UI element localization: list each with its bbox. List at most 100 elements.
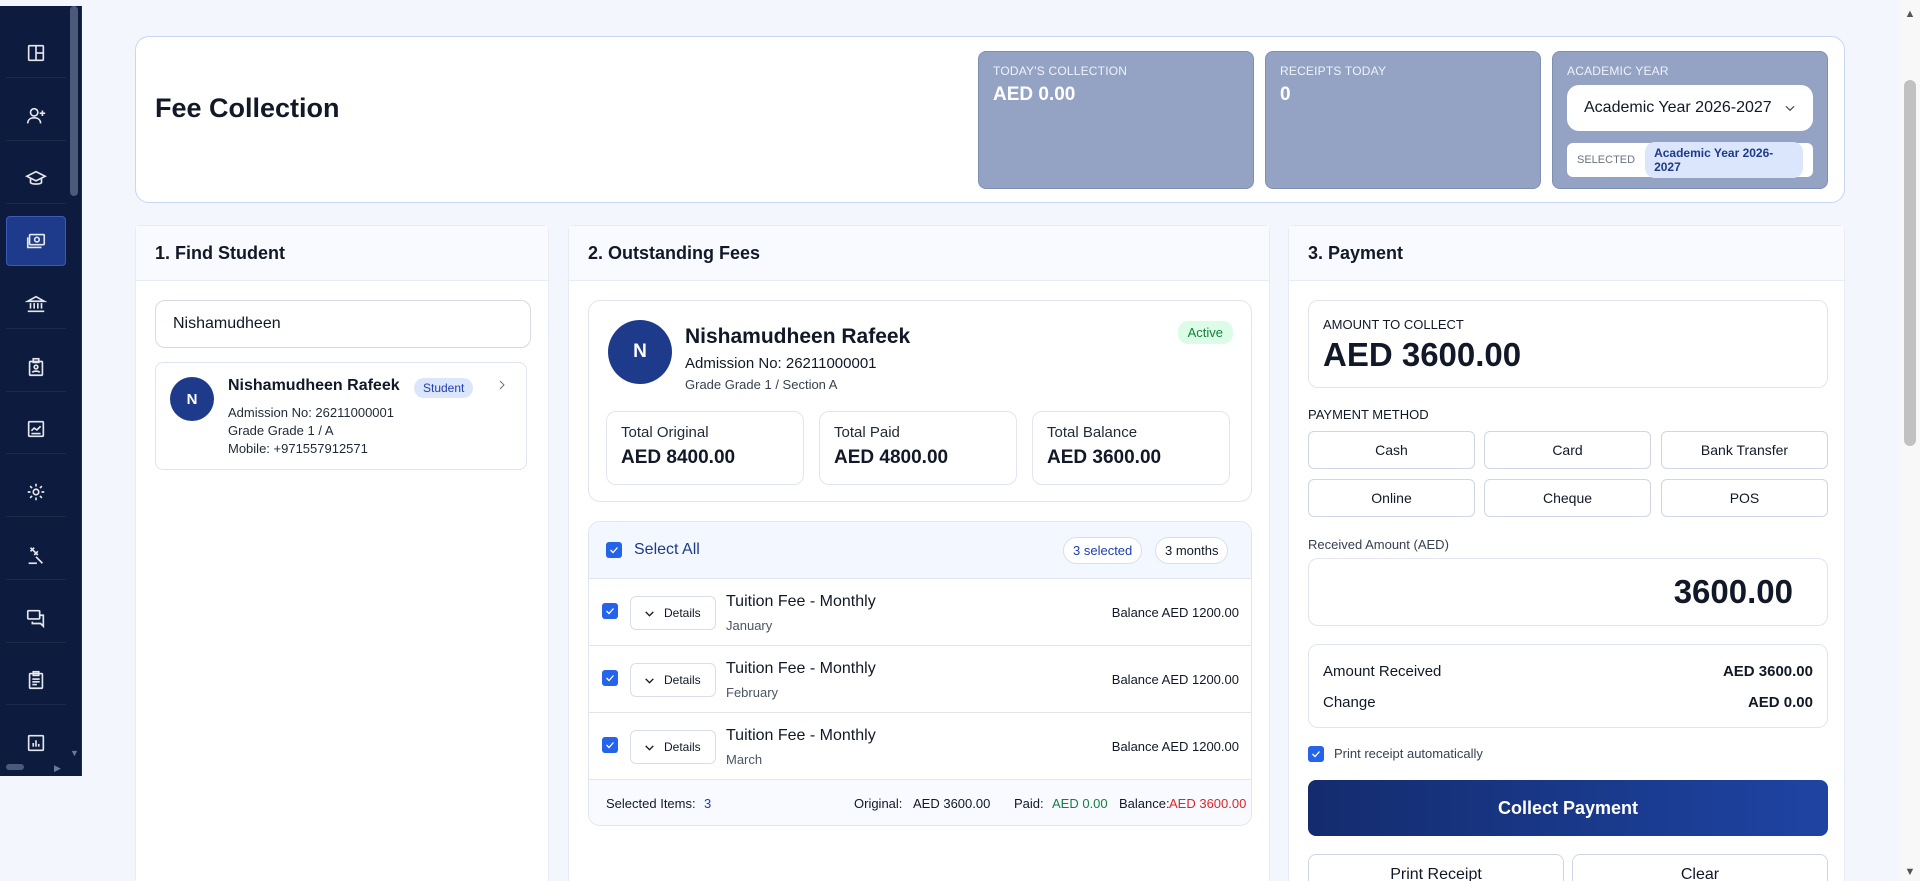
table-row: Details Tuition Fee - Monthly March Bala… bbox=[589, 713, 1251, 780]
fee-name: Tuition Fee - Monthly bbox=[726, 660, 876, 677]
payment-method-pos-button[interactable]: POS bbox=[1661, 479, 1828, 517]
student-admission: Admission No: 26211000001 bbox=[228, 405, 394, 420]
footer-balance-value: AED 3600.00 bbox=[1169, 796, 1247, 811]
fee-collection-icon bbox=[26, 233, 46, 249]
details-button[interactable]: Details bbox=[630, 663, 716, 697]
page-title: Fee Collection bbox=[155, 93, 340, 123]
student-summary-card: N Nishamudheen Rafeek Admission No: 2621… bbox=[588, 300, 1252, 502]
sidebar-item-staff[interactable] bbox=[6, 342, 66, 392]
total-paid-label: Total Paid bbox=[834, 424, 900, 441]
fee-name: Tuition Fee - Monthly bbox=[726, 593, 876, 610]
gavel-icon bbox=[28, 546, 44, 564]
payment-title: 3. Payment bbox=[1289, 226, 1844, 281]
details-button[interactable]: Details bbox=[630, 596, 716, 630]
fees-table: Select All 3 selected 3 months Details T… bbox=[588, 521, 1252, 826]
sidebar-scroll-right-icon[interactable]: ▶ bbox=[54, 763, 61, 774]
add-user-icon bbox=[26, 107, 46, 123]
todays-collection-value: AED 0.00 bbox=[993, 84, 1076, 105]
auto-print-checkbox[interactable] bbox=[1308, 746, 1324, 762]
sidebar-item-reports[interactable] bbox=[6, 404, 66, 454]
amount-received-value: AED 3600.00 bbox=[1722, 663, 1813, 680]
clipboard-icon bbox=[28, 670, 44, 689]
fee-month: March bbox=[726, 752, 763, 767]
scroll-down-icon[interactable]: ▼ bbox=[1904, 866, 1916, 878]
sidebar-item-settings[interactable] bbox=[6, 467, 66, 517]
page-scrollbar[interactable]: ▲ ▼ bbox=[1900, 0, 1920, 881]
sidebar-item-academics[interactable] bbox=[6, 154, 66, 204]
chevron-down-icon bbox=[645, 610, 654, 617]
row-checkbox[interactable] bbox=[602, 737, 618, 753]
checkmark-icon bbox=[606, 742, 614, 749]
footer-paid-label: Paid: bbox=[1014, 796, 1044, 811]
receipts-today-value: 0 bbox=[1280, 84, 1291, 105]
chevron-down-icon bbox=[645, 744, 654, 751]
payment-method-bank-transfer-button[interactable]: Bank Transfer bbox=[1661, 431, 1828, 469]
selected-items-label: Selected Items: bbox=[606, 796, 696, 811]
row-checkbox[interactable] bbox=[602, 603, 618, 619]
fees-table-footer: Selected Items: 3 Original: AED 3600.00 … bbox=[589, 780, 1251, 825]
outstanding-fees-title: 2. Outstanding Fees bbox=[569, 226, 1269, 281]
footer-original-label: Original: bbox=[854, 796, 903, 811]
sidebar-scroll-down-icon[interactable]: ▼ bbox=[70, 748, 79, 758]
bank-icon bbox=[25, 295, 47, 312]
student-result-card[interactable]: N Nishamudheen Rafeek Student Admission … bbox=[155, 362, 527, 470]
fee-balance: Balance AED 1200.00 bbox=[1111, 605, 1239, 620]
sidebar-item-dashboard[interactable] bbox=[6, 28, 66, 78]
total-paid-card: Total Paid AED 4800.00 bbox=[819, 411, 1017, 485]
sidebar-scrollbar-thumb[interactable] bbox=[70, 6, 78, 196]
scroll-up-icon[interactable]: ▲ bbox=[1904, 8, 1916, 20]
amount-to-collect-value: AED 3600.00 bbox=[1323, 336, 1522, 373]
chevron-right-icon bbox=[499, 380, 505, 390]
status-badge: Active bbox=[1177, 321, 1233, 344]
total-original-card: Total Original AED 8400.00 bbox=[606, 411, 804, 485]
sidebar-item-fee-collection[interactable] bbox=[6, 216, 66, 266]
fees-table-header: Select All 3 selected 3 months bbox=[589, 522, 1251, 579]
chevron-down-icon bbox=[1785, 105, 1795, 112]
print-receipt-button[interactable]: Print Receipt bbox=[1308, 854, 1564, 881]
sidebar-item-tasks[interactable] bbox=[6, 655, 66, 705]
auto-print-label[interactable]: Print receipt automatically bbox=[1334, 746, 1483, 761]
payment-method-cheque-button[interactable]: Cheque bbox=[1484, 479, 1651, 517]
select-all-label[interactable]: Select All bbox=[634, 541, 700, 559]
checkmark-icon bbox=[606, 675, 614, 682]
fee-month: January bbox=[726, 618, 773, 633]
academic-year-label: ACADEMIC YEAR bbox=[1567, 64, 1669, 78]
academic-year-selected: SELECTED Academic Year 2026-2027 bbox=[1567, 142, 1813, 178]
sidebar: ▼ ▶ bbox=[0, 6, 82, 776]
payment-method-cash-button[interactable]: Cash bbox=[1308, 431, 1475, 469]
student-search-input[interactable] bbox=[155, 300, 531, 348]
outstanding-fees-panel: 2. Outstanding Fees N Nishamudheen Rafee… bbox=[568, 225, 1270, 881]
chart-icon bbox=[27, 734, 45, 752]
dashboard-icon bbox=[27, 44, 45, 61]
details-label: Details bbox=[664, 606, 701, 620]
receipts-today-card: RECEIPTS TODAY 0 bbox=[1265, 51, 1541, 189]
find-student-title: 1. Find Student bbox=[136, 226, 548, 281]
sidebar-item-add-user[interactable] bbox=[6, 91, 66, 141]
selected-year-pill: Academic Year 2026-2027 bbox=[1645, 142, 1803, 178]
student-grade: Grade Grade 1 / A bbox=[228, 423, 334, 438]
payment-method-card-button[interactable]: Card bbox=[1484, 431, 1651, 469]
selected-items-count: 3 bbox=[704, 796, 712, 811]
page-scrollbar-thumb[interactable] bbox=[1904, 80, 1916, 446]
academic-year-select-value: Academic Year 2026-2027 bbox=[1584, 99, 1772, 116]
academic-year-select[interactable]: Academic Year 2026-2027 bbox=[1567, 85, 1813, 131]
details-button[interactable]: Details bbox=[630, 730, 716, 764]
selected-label: SELECTED bbox=[1577, 154, 1636, 166]
payment-method-online-button[interactable]: Online bbox=[1308, 479, 1475, 517]
header-card: Fee Collection TODAY'S COLLECTION AED 0.… bbox=[135, 36, 1845, 203]
select-all-checkbox[interactable] bbox=[606, 542, 622, 558]
payment-method-label: PAYMENT METHOD bbox=[1308, 407, 1429, 422]
receipts-today-label: RECEIPTS TODAY bbox=[1280, 64, 1387, 78]
footer-original-value: AED 3600.00 bbox=[913, 796, 991, 811]
sidebar-item-messages[interactable] bbox=[6, 593, 66, 643]
collect-payment-button[interactable]: Collect Payment bbox=[1308, 780, 1828, 836]
sidebar-hscroll-thumb[interactable] bbox=[6, 764, 24, 770]
sidebar-item-analytics[interactable] bbox=[6, 718, 66, 768]
row-checkbox[interactable] bbox=[602, 670, 618, 686]
clear-button[interactable]: Clear bbox=[1572, 854, 1828, 881]
student-admission: Admission No: 26211000001 bbox=[685, 355, 877, 372]
checkmark-icon bbox=[606, 608, 614, 615]
sidebar-item-bank[interactable] bbox=[6, 279, 66, 329]
sidebar-item-discipline[interactable] bbox=[6, 530, 66, 580]
received-amount-input[interactable] bbox=[1308, 558, 1828, 626]
